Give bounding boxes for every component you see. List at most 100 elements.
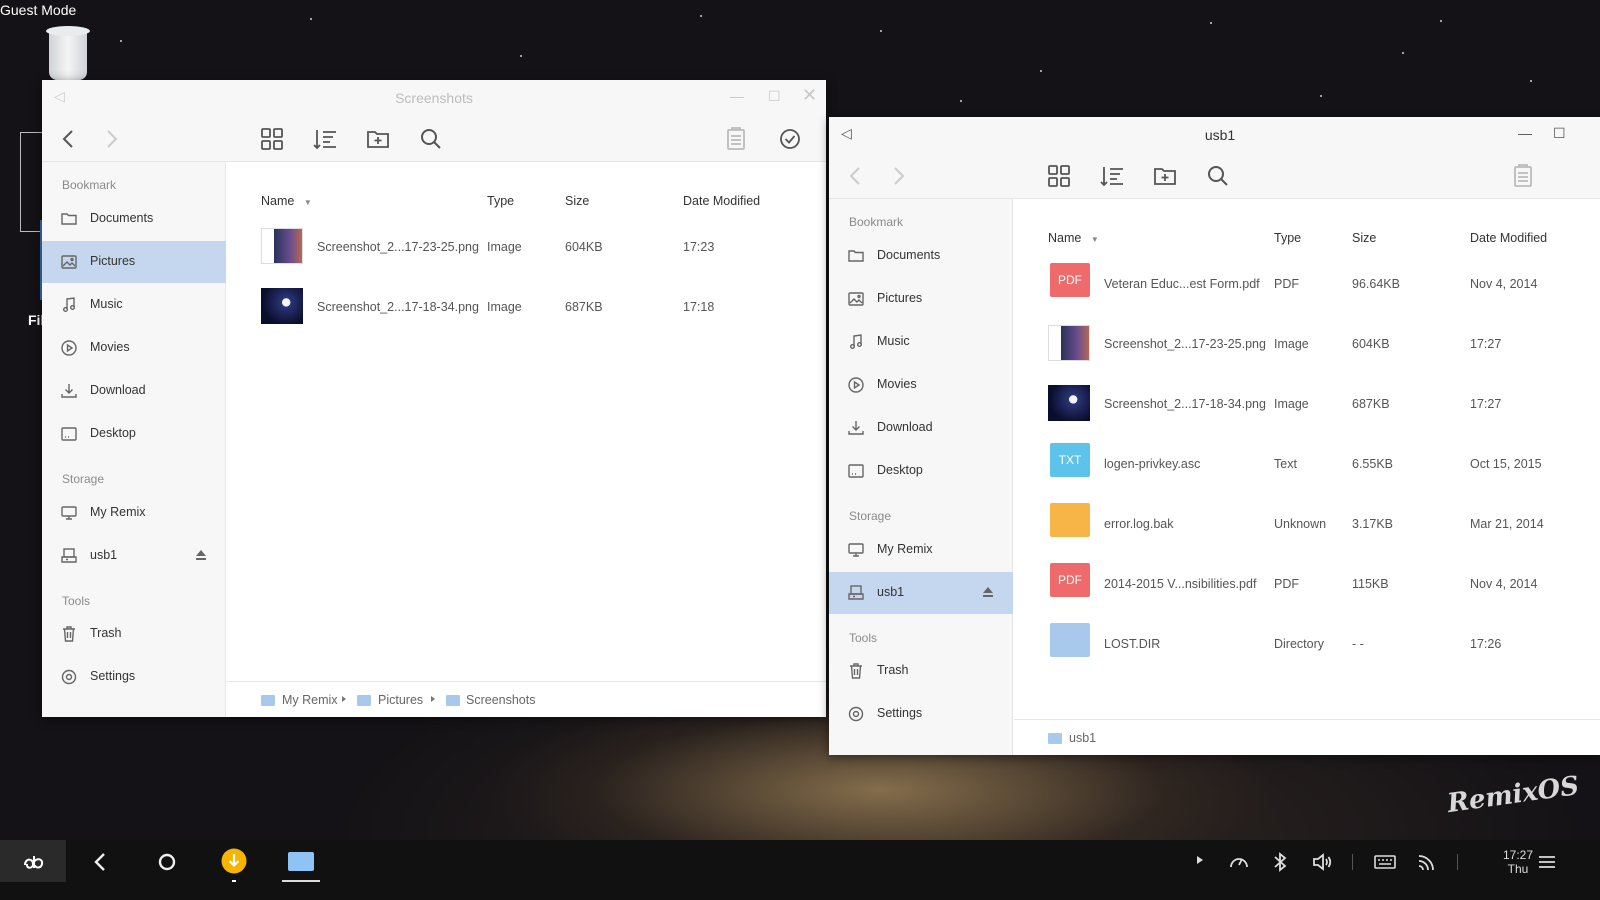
sidebar-item-download[interactable]: Download — [42, 370, 226, 412]
maximize-button[interactable]: ☐ — [768, 88, 781, 105]
trash-icon — [850, 663, 862, 679]
sidebar-item-movies[interactable]: Movies — [829, 364, 1013, 406]
sidebar-item-label: Pictures — [90, 254, 136, 268]
bluetooth-icon[interactable] — [1268, 850, 1292, 874]
image-thumbnail-icon — [1048, 385, 1090, 421]
trash-icon — [63, 626, 75, 642]
sidebar-item-pictures[interactable]: Pictures — [829, 278, 1013, 320]
eject-icon[interactable] — [194, 548, 208, 562]
back-arrow-icon[interactable] — [56, 126, 82, 152]
forward-arrow-icon[interactable] — [98, 126, 124, 152]
file-name: Screenshot_2...17-18-34.png — [317, 300, 479, 314]
guest-mode-label: Guest Mode — [0, 2, 77, 18]
file-type: Unknown — [1274, 517, 1327, 531]
eject-icon[interactable] — [981, 585, 995, 599]
column-header-type[interactable]: Type — [487, 194, 514, 208]
grid-view-icon[interactable] — [259, 126, 285, 152]
sidebar-item-documents[interactable]: Documents — [42, 198, 226, 240]
back-nav-icon[interactable] — [89, 850, 113, 874]
sidebar-item-my-remix[interactable]: My Remix — [829, 529, 1013, 571]
volume-icon[interactable] — [1310, 850, 1334, 874]
file-row[interactable]: TXT logen-privkey.asc Text 6.55KB Oct 15, 20… — [1014, 435, 1600, 495]
column-header-size[interactable]: Size — [565, 194, 589, 208]
sidebar-item-label: Music — [877, 334, 910, 348]
column-header-date[interactable]: Date Modified — [1470, 231, 1547, 245]
breadcrumb-item[interactable]: Screenshots — [466, 693, 535, 707]
column-header-type[interactable]: Type — [1274, 231, 1301, 245]
sidebar-item-trash[interactable]: Trash — [42, 613, 226, 655]
sidebar-item-settings[interactable]: Settings — [829, 693, 1013, 735]
file-row[interactable]: Screenshot_2...17-18-34.png Image 687KB 17:… — [1014, 375, 1600, 435]
file-name: error.log.bak — [1104, 517, 1174, 531]
forward-arrow-icon[interactable] — [885, 163, 911, 189]
desktop-trash-icon[interactable] — [46, 26, 90, 80]
sidebar-item-desktop[interactable]: Desktop — [42, 413, 226, 455]
back-arrow-icon[interactable] — [843, 163, 869, 189]
download-app-indicator — [232, 880, 236, 882]
column-header-date[interactable]: Date Modified — [683, 194, 760, 208]
file-row[interactable]: PDF 2014-2015 V...nsibilities.pdf PDF 115KB… — [1014, 555, 1600, 615]
sidebar-item-label: Documents — [90, 211, 154, 225]
column-header-size[interactable]: Size — [1352, 231, 1376, 245]
sidebar-item-pictures[interactable]: Pictures — [42, 241, 226, 283]
keyboard-icon[interactable] — [1373, 850, 1397, 874]
clock[interactable]: 17:27 Thu — [1498, 848, 1538, 876]
sort-icon[interactable] — [1099, 163, 1125, 189]
file-manager-app[interactable] — [282, 840, 320, 882]
speed-gauge-icon[interactable] — [1227, 850, 1251, 874]
sidebar-item-usb1[interactable]: usb1 — [829, 572, 1013, 614]
sidebar-item-documents[interactable]: Documents — [829, 235, 1013, 277]
file-row[interactable]: Screenshot_2...17-23-25.png Image 604KB 17:… — [1014, 315, 1600, 375]
tray-expand-icon[interactable] — [1197, 856, 1203, 864]
file-manager-window-screenshots: ◁ Screenshots — ☐ ✕ Bookmark Documents Pic… — [42, 80, 826, 717]
remix-start-icon — [24, 856, 44, 869]
clipboard-icon[interactable] — [723, 126, 749, 152]
download-icon — [61, 384, 77, 398]
breadcrumb-item[interactable]: My Remix — [282, 693, 338, 707]
select-check-icon[interactable] — [777, 126, 803, 152]
sidebar-item-download[interactable]: Download — [829, 407, 1013, 449]
clipboard-icon[interactable] — [1510, 163, 1536, 189]
new-folder-icon[interactable] — [365, 126, 391, 152]
maximize-button[interactable]: ☐ — [1553, 125, 1566, 142]
sidebar-item-label: Trash — [877, 663, 909, 677]
menu-icon[interactable] — [1535, 850, 1559, 874]
start-menu-button[interactable] — [0, 840, 66, 882]
file-row[interactable]: error.log.bak Unknown 3.17KB Mar 21, 2014 — [1014, 495, 1600, 555]
sidebar-item-settings[interactable]: Settings — [42, 656, 226, 698]
breadcrumb-item[interactable]: Pictures — [378, 693, 423, 707]
sidebar-item-movies[interactable]: Movies — [42, 327, 226, 369]
breadcrumb-item[interactable]: usb1 — [1069, 731, 1096, 745]
grid-view-icon[interactable] — [1046, 163, 1072, 189]
play-circle-icon — [61, 340, 77, 356]
sort-icon[interactable] — [312, 126, 338, 152]
cast-icon[interactable] — [1415, 850, 1439, 874]
sidebar-item-my-remix[interactable]: My Remix — [42, 492, 226, 534]
new-folder-icon[interactable] — [1152, 163, 1178, 189]
sidebar-item-music[interactable]: Music — [829, 321, 1013, 363]
file-size: 115KB — [1352, 577, 1389, 591]
column-header-name[interactable]: Name ▼ — [261, 194, 312, 208]
file-row[interactable]: Screenshot_2...17-23-25.png Image 604KB … — [227, 218, 826, 278]
column-header-name[interactable]: Name ▼ — [1048, 231, 1099, 245]
sort-down-icon: ▼ — [1090, 235, 1099, 244]
file-badge-icon — [1050, 503, 1090, 537]
close-button[interactable]: ✕ — [802, 85, 817, 106]
sidebar-item-label: Settings — [90, 669, 136, 683]
file-row[interactable]: Screenshot_2...17-18-34.png Image 687KB … — [227, 278, 826, 338]
file-row[interactable]: LOST.DIR Directory - - 17:26 — [1014, 615, 1600, 675]
search-icon[interactable] — [418, 126, 444, 152]
file-row[interactable]: PDF Veteran Educ...est Form.pdf PDF 96.64KB… — [1014, 255, 1600, 315]
sidebar-item-trash[interactable]: Trash — [829, 650, 1013, 692]
folder-icon — [848, 250, 864, 262]
file-date: Oct 15, 2015 — [1470, 457, 1542, 471]
sidebar-item-usb1[interactable]: usb1 — [42, 535, 226, 577]
sidebar-item-music[interactable]: Music — [42, 284, 226, 326]
minimize-button[interactable]: — — [1518, 125, 1532, 141]
minimize-button[interactable]: — — [730, 88, 744, 104]
download-app-icon[interactable] — [221, 848, 247, 874]
search-icon[interactable] — [1205, 163, 1231, 189]
sidebar-item-desktop[interactable]: Desktop — [829, 450, 1013, 492]
tools-section-label: Tools — [849, 631, 878, 645]
home-circle-icon[interactable] — [155, 850, 179, 874]
